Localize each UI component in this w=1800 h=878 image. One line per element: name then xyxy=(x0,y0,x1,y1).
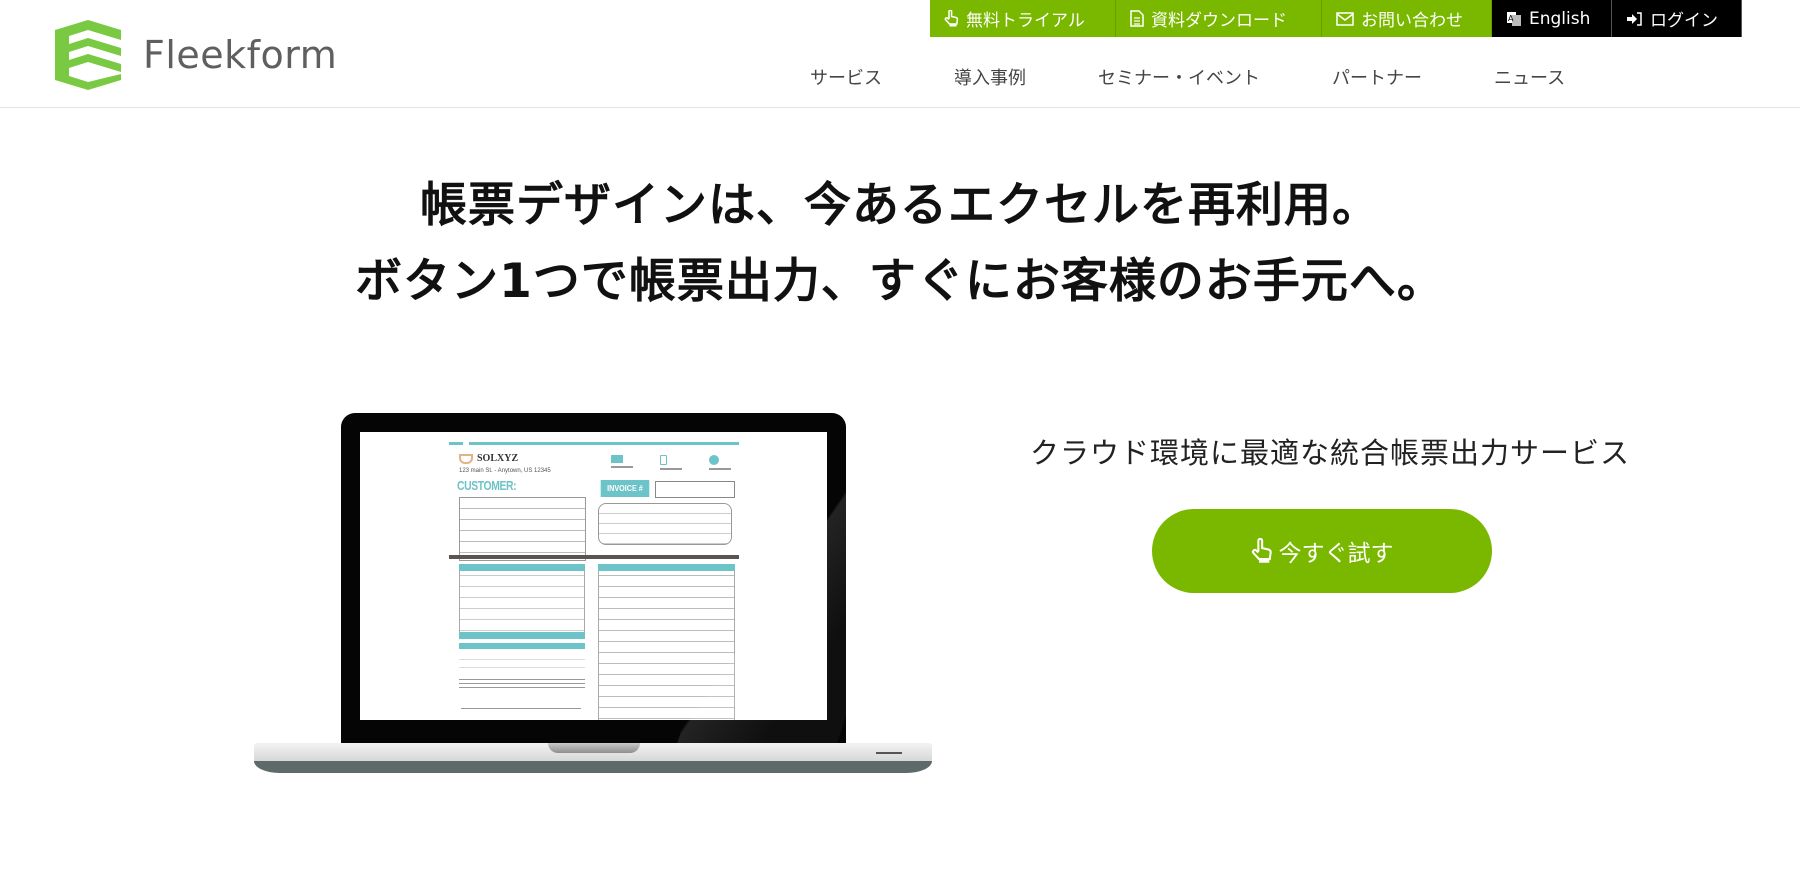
site-header: Fleekform 無料トライアル 資料ダウンロード お問い合わせ A Engl… xyxy=(0,0,1800,108)
nav-item-case-studies[interactable]: 導入事例 xyxy=(954,64,1026,90)
invoice-customer-form xyxy=(459,497,586,561)
invoice-phone-contact xyxy=(660,455,682,470)
download-docs-link[interactable]: 資料ダウンロード xyxy=(1116,0,1322,37)
translate-icon: A xyxy=(1506,11,1522,27)
globe-icon xyxy=(709,455,719,465)
invoice-company-name: SOLXYZ xyxy=(477,453,519,464)
invoice-payment-lines xyxy=(459,652,585,672)
invoice-payment-header xyxy=(459,643,585,649)
free-trial-link[interactable]: 無料トライアル xyxy=(930,0,1116,37)
free-trial-label: 無料トライアル xyxy=(966,11,1085,31)
invoice-company: SOLXYZ xyxy=(459,453,518,464)
nav-item-seminars-events[interactable]: セミナー・イベント xyxy=(1098,64,1260,90)
laptop-base xyxy=(254,743,932,773)
hero-section: 帳票デザインは、今あるエクセルを再利用。 ボタン1つで帳票出力、すぐにお客様のお… xyxy=(0,168,1800,320)
pointer-hand-icon xyxy=(944,10,959,27)
main-nav: サービス 導入事例 セミナー・イベント パートナー ニュース xyxy=(810,64,1565,90)
invoice-items-header xyxy=(459,564,585,571)
invoice-email-contact xyxy=(611,455,633,470)
nav-item-news[interactable]: ニュース xyxy=(1494,64,1565,90)
contact-link[interactable]: お問い合わせ xyxy=(1322,0,1492,37)
hero-headline: 帳票デザインは、今あるエクセルを再利用。 ボタン1つで帳票出力、すぐにお客様のお… xyxy=(0,168,1800,320)
svg-text:A: A xyxy=(1508,14,1514,23)
hero-headline-line-1: 帳票デザインは、今あるエクセルを再利用。 xyxy=(420,178,1380,233)
try-now-label: 今すぐ試す xyxy=(1278,541,1394,567)
invoice-number-label: INVOICE # xyxy=(600,480,650,497)
contact-label: お問い合わせ xyxy=(1361,11,1463,31)
invoice-contacts xyxy=(611,455,731,470)
invoice-items-table xyxy=(459,564,585,634)
invoice-web-contact xyxy=(709,455,731,470)
laptop-screen: SOLXYZ 123 main St. - Anytown, US 12345 … xyxy=(360,432,827,720)
invoice-divider xyxy=(449,555,739,559)
invoice-total-row xyxy=(459,632,585,639)
nav-item-partners[interactable]: パートナー xyxy=(1332,64,1422,90)
login-label: ログイン xyxy=(1650,11,1718,31)
invoice-address: 123 main St. - Anytown, US 12345 xyxy=(459,468,551,474)
sign-in-icon xyxy=(1626,11,1643,26)
product-tagline: クラウド環境に最適な統合帳票出力サービス xyxy=(1030,436,1631,470)
english-link[interactable]: A English xyxy=(1492,0,1612,37)
invoice-number-box xyxy=(655,481,735,498)
download-docs-label: 資料ダウンロード xyxy=(1151,11,1287,31)
invoice-signature-line xyxy=(461,708,581,709)
pointer-hand-icon xyxy=(1251,538,1273,564)
laptop-illustration: SOLXYZ 123 main St. - Anytown, US 12345 … xyxy=(254,413,932,773)
login-link[interactable]: ログイン xyxy=(1612,0,1742,37)
utility-bar: 無料トライアル 資料ダウンロード お問い合わせ A English ログイン xyxy=(930,0,1742,37)
invoice-top-bar xyxy=(449,442,463,445)
envelope-icon xyxy=(611,455,623,463)
english-label: English xyxy=(1529,8,1591,29)
invoice-fine-print xyxy=(459,676,585,690)
logo-link[interactable]: Fleekform xyxy=(55,20,337,90)
fleekform-logo-icon xyxy=(55,20,121,90)
laptop-lid: SOLXYZ 123 main St. - Anytown, US 12345 … xyxy=(341,413,846,745)
invoice-mockup: SOLXYZ 123 main St. - Anytown, US 12345 … xyxy=(449,440,739,720)
invoice-notes-header xyxy=(598,564,735,571)
try-now-button[interactable]: 今すぐ試す xyxy=(1152,509,1492,593)
invoice-customer-label: CUSTOMER: xyxy=(457,478,517,493)
laptop-notch xyxy=(548,743,640,753)
brand-name: Fleekform xyxy=(143,33,338,77)
nav-item-services[interactable]: サービス xyxy=(810,64,882,90)
laptop-indicator xyxy=(876,752,902,754)
invoice-options-panel xyxy=(598,503,732,545)
document-icon xyxy=(1130,10,1144,27)
invoice-top-bar xyxy=(469,442,739,445)
envelope-icon xyxy=(1336,11,1354,26)
invoice-notes-box xyxy=(598,564,735,720)
coffee-cup-icon xyxy=(459,453,473,464)
hero-headline-line-2: ボタン1つで帳票出力、すぐにお客様のお手元へ。 xyxy=(355,254,1445,309)
phone-icon xyxy=(660,455,667,465)
